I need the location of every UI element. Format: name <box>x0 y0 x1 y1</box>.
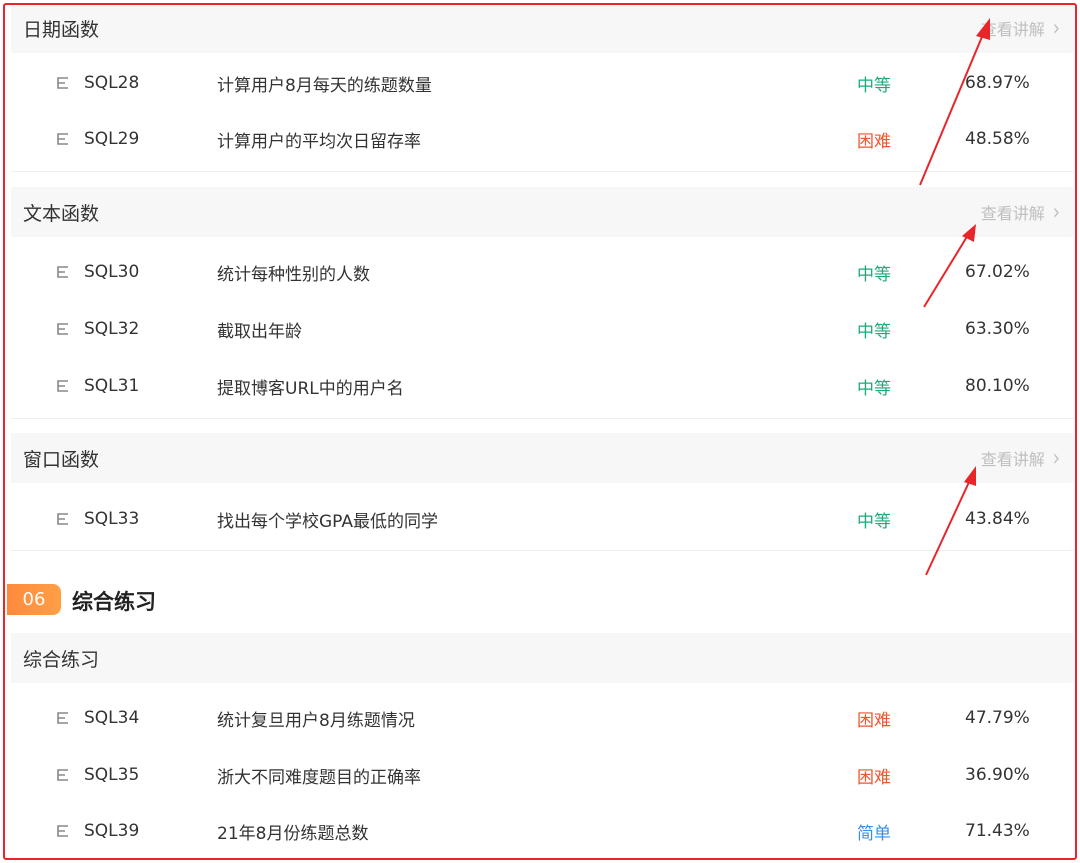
problem-row[interactable]: SQL39 21年8月份练题总数 简单 71.43% <box>11 803 1074 858</box>
problem-title[interactable]: 找出每个学校GPA最低的同学 <box>217 507 438 532</box>
problem-code: SQL29 <box>84 129 140 149</box>
pass-rate: 67.02% <box>965 262 1030 282</box>
difficulty-label: 简单 <box>857 823 891 844</box>
problem-title[interactable]: 21年8月份练题总数 <box>217 819 368 844</box>
group-header-window-functions: 窗口函数 查看讲解 › <box>11 433 1074 483</box>
problem-row[interactable]: SQL35 浙大不同难度题目的正确率 困难 36.90% <box>11 747 1074 803</box>
chevron-right-icon: › <box>1052 14 1060 42</box>
doc-icon <box>57 323 68 335</box>
view-explanation-label: 查看讲解 <box>980 20 1045 39</box>
problem-title[interactable]: 截取出年龄 <box>217 317 302 342</box>
difficulty-label: 中等 <box>857 321 891 342</box>
pass-rate: 43.84% <box>965 509 1030 529</box>
doc-icon <box>57 380 68 392</box>
doc-icon <box>57 513 68 525</box>
problem-title[interactable]: 提取博客URL中的用户名 <box>217 374 404 399</box>
problem-title[interactable]: 计算用户8月每天的练题数量 <box>217 71 432 96</box>
pass-rate: 36.90% <box>965 765 1030 785</box>
view-explanation-link[interactable]: 查看讲解 › <box>980 198 1060 226</box>
group-title: 文本函数 <box>23 202 100 225</box>
doc-icon <box>57 266 68 278</box>
problem-list-panel: 日期函数 查看讲解 › SQL28 计算用户8月每天的练题数量 中等 68.97… <box>3 3 1077 860</box>
difficulty-label: 中等 <box>857 264 891 285</box>
problem-row[interactable]: SQL32 截取出年龄 中等 63.30% <box>11 301 1074 357</box>
group-header-practice: 综合练习 <box>11 633 1074 683</box>
problem-code: SQL35 <box>84 765 140 785</box>
problem-title[interactable]: 计算用户的平均次日留存率 <box>217 127 421 152</box>
divider <box>11 418 1074 419</box>
problem-row[interactable]: SQL31 提取博客URL中的用户名 中等 80.10% <box>11 358 1074 414</box>
problem-row[interactable]: SQL28 计算用户8月每天的练题数量 中等 68.97% <box>11 55 1074 111</box>
problem-title[interactable]: 统计每种性别的人数 <box>217 260 370 285</box>
doc-icon <box>57 77 68 89</box>
view-explanation-link[interactable]: 查看讲解 › <box>980 14 1060 42</box>
pass-rate: 48.58% <box>965 129 1030 149</box>
group-header-text-functions: 文本函数 查看讲解 › <box>11 187 1074 237</box>
problem-row[interactable]: SQL34 统计复旦用户8月练题情况 困难 47.79% <box>11 690 1074 746</box>
problem-code: SQL28 <box>84 73 140 93</box>
group-title: 日期函数 <box>23 18 100 41</box>
view-explanation-link[interactable]: 查看讲解 › <box>980 444 1060 472</box>
problem-code: SQL33 <box>84 509 140 529</box>
view-explanation-label: 查看讲解 <box>980 204 1045 223</box>
view-explanation-label: 查看讲解 <box>980 450 1045 469</box>
chevron-right-icon: › <box>1052 444 1060 472</box>
problem-row[interactable]: SQL30 统计每种性别的人数 中等 67.02% <box>11 244 1074 300</box>
doc-icon <box>57 825 68 837</box>
difficulty-label: 中等 <box>857 75 891 96</box>
pass-rate: 80.10% <box>965 376 1030 396</box>
difficulty-label: 中等 <box>857 378 891 399</box>
section-heading: 06 综合练习 <box>5 580 405 618</box>
group-title: 窗口函数 <box>23 448 100 471</box>
difficulty-label: 中等 <box>857 511 891 532</box>
difficulty-label: 困难 <box>857 767 891 788</box>
group-title: 综合练习 <box>23 648 100 671</box>
problem-code: SQL31 <box>84 376 140 396</box>
section-number-badge: 06 <box>7 584 61 615</box>
problem-title[interactable]: 浙大不同难度题目的正确率 <box>217 763 421 788</box>
doc-icon <box>57 133 68 145</box>
doc-icon <box>57 712 68 724</box>
difficulty-label: 困难 <box>857 131 891 152</box>
problem-code: SQL32 <box>84 319 140 339</box>
pass-rate: 71.43% <box>965 821 1030 841</box>
problem-row[interactable]: SQL33 找出每个学校GPA最低的同学 中等 43.84% <box>11 491 1074 547</box>
problem-title[interactable]: 统计复旦用户8月练题情况 <box>217 706 415 731</box>
pass-rate: 68.97% <box>965 73 1030 93</box>
group-header-date-functions: 日期函数 查看讲解 › <box>11 5 1074 53</box>
difficulty-label: 困难 <box>857 710 891 731</box>
doc-icon <box>57 769 68 781</box>
problem-code: SQL34 <box>84 708 140 728</box>
divider <box>11 171 1074 172</box>
pass-rate: 47.79% <box>965 708 1030 728</box>
problem-code: SQL30 <box>84 262 140 282</box>
chevron-right-icon: › <box>1052 198 1060 226</box>
problem-code: SQL39 <box>84 821 140 841</box>
section-title: 综合练习 <box>72 590 156 614</box>
pass-rate: 63.30% <box>965 319 1030 339</box>
divider <box>11 550 1074 551</box>
problem-row[interactable]: SQL29 计算用户的平均次日留存率 困难 48.58% <box>11 111 1074 167</box>
